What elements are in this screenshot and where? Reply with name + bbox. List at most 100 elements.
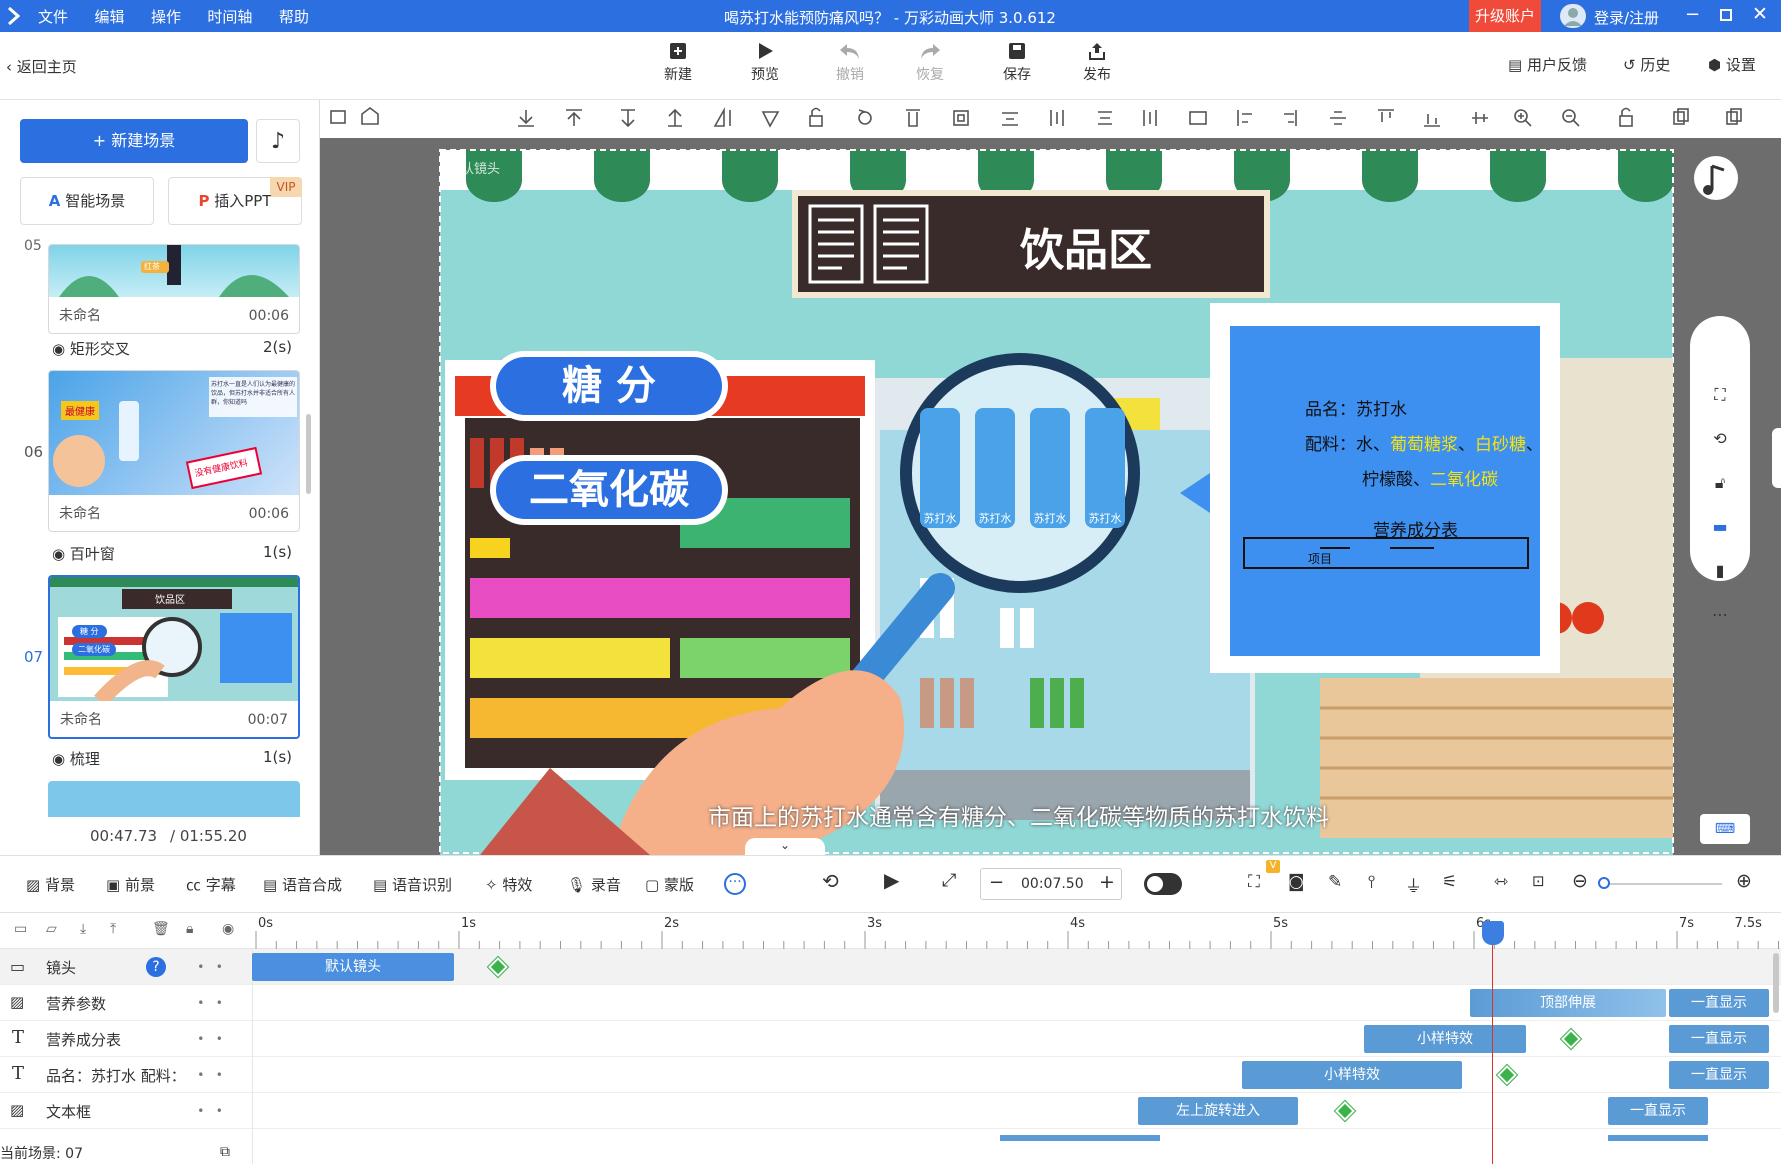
new-button[interactable]: 新建 <box>648 42 708 84</box>
info-text[interactable]: 品名：苏打水 配料：水、葡萄糖浆、白砂糖、 柠檬酸、二氧化碳 <box>1305 393 1575 498</box>
background-button[interactable]: ▨ 背景 <box>26 874 75 895</box>
background-icon: ▨ <box>26 876 41 894</box>
login-link[interactable]: 登录/注册 <box>1594 7 1659 28</box>
speech-recognition-button[interactable]: ▤ 语音识别 <box>373 874 452 895</box>
add-folder-icon[interactable]: ▭ <box>14 921 27 937</box>
help-icon[interactable]: ? <box>146 957 166 977</box>
rotate-icon[interactable]: ⟲ <box>1697 417 1743 461</box>
lock-icon[interactable]: 🔓︎ <box>1697 461 1743 505</box>
upgrade-button[interactable]: 升级账户 <box>1469 0 1541 32</box>
stage-canvas[interactable]: 默认镜头 饮品区 糖 分 二氧化碳 苏打水 苏打水 苏打水 苏打水 品名：苏打水… <box>320 138 1781 855</box>
zoom-in-icon[interactable]: ⊕ <box>1736 870 1752 892</box>
plus-icon[interactable]: + <box>1099 871 1115 893</box>
scene-list-scrollbar[interactable] <box>306 414 311 494</box>
menu-help[interactable]: 帮助 <box>279 6 309 27</box>
minus-icon[interactable]: − <box>989 872 1004 893</box>
zoom-slider-handle[interactable] <box>1598 877 1610 889</box>
menu-edit[interactable]: 编辑 <box>94 6 124 27</box>
transition-item[interactable]: ◉ 矩形交叉 2(s) <box>52 338 292 359</box>
fullscreen-icon[interactable]: ⤢ <box>942 870 956 891</box>
scene-card-08[interactable] <box>48 781 300 817</box>
scene-card-06[interactable]: 最健康 没有健康饮料 苏打水一直是人们认为最健康的饮品，但苏打水并非适合所有人群… <box>48 370 300 532</box>
play-button-icon[interactable]: ▶ <box>884 868 899 892</box>
camera-shot-icon[interactable]: ◙ <box>1288 872 1305 892</box>
zoom-slider[interactable] <box>1598 877 1722 889</box>
avatar-icon[interactable] <box>1560 4 1586 28</box>
back-home-button[interactable]: ‹ 返回主页 <box>6 56 77 77</box>
publish-button[interactable]: 发布 <box>1067 42 1127 84</box>
copy-icon[interactable]: ⧉ <box>220 1144 230 1160</box>
move-down-icon[interactable]: ⤓ <box>80 921 86 937</box>
replay-icon[interactable]: ⟲ <box>822 869 839 893</box>
playhead-handle[interactable] <box>1482 921 1504 945</box>
preview-button[interactable]: 预览 <box>735 42 795 84</box>
timeline-scrollbar[interactable] <box>1773 953 1779 1013</box>
zoom-out-icon[interactable]: ⊖ <box>1572 870 1588 892</box>
device-icon[interactable]: ▮ <box>1697 549 1743 593</box>
animation-clip[interactable]: 一直显示 <box>1669 1061 1769 1089</box>
animation-clip[interactable]: 小样特效 <box>1242 1061 1462 1089</box>
scene-thumb-tag: 红茶 <box>144 262 160 271</box>
nutrition-title[interactable]: 营养成分表 <box>1373 516 1458 541</box>
record-button[interactable]: 🎙︎ 录音 <box>567 874 621 895</box>
screen-icon[interactable]: ▬ <box>1697 505 1743 549</box>
save-button[interactable]: 保存 <box>987 42 1047 84</box>
close-icon[interactable]: ✕ <box>1752 3 1768 25</box>
edit-icon[interactable]: ✎ <box>1328 872 1342 892</box>
music-note-icon[interactable]: ♪ <box>256 119 300 163</box>
sliders-icon[interactable]: ⚟ <box>1442 872 1457 892</box>
delete-icon[interactable]: 🗑︎ <box>152 921 170 937</box>
new-folder-icon[interactable]: ▱ <box>46 921 57 937</box>
menu-operate[interactable]: 操作 <box>151 6 181 27</box>
animation-clip[interactable]: 左上旋转进入 <box>1138 1097 1298 1125</box>
history-button[interactable]: ↺ 历史 <box>1623 54 1670 75</box>
eye-icon[interactable]: ◉ <box>222 921 234 937</box>
effects-button[interactable]: ✧ 特效 <box>485 874 532 895</box>
animation-clip[interactable]: 一直显示 <box>1669 1025 1769 1053</box>
new-scene-button[interactable]: + 新建场景 <box>20 119 248 163</box>
move-up-icon[interactable]: ⤒ <box>110 921 116 937</box>
scene-card-07[interactable]: 饮品区 糖 分 二氧化碳 未命名 00:07 <box>48 575 300 739</box>
ratio-icon[interactable]: ⊡ <box>1532 872 1545 890</box>
split-icon[interactable]: ⫯ <box>1368 872 1375 892</box>
lock-track-icon[interactable]: 🔒︎ <box>186 921 193 937</box>
crop-icon[interactable]: ⛶ <box>1248 872 1260 892</box>
more-controls-icon[interactable]: ··· <box>724 873 746 895</box>
animation-clip[interactable]: 一直显示 <box>1608 1097 1708 1125</box>
camera-clip[interactable]: 默认镜头 <box>252 953 454 981</box>
scene-card-05[interactable]: 红茶 未命名 00:06 <box>48 244 300 334</box>
feedback-button[interactable]: ▤ 用户反馈 <box>1508 54 1587 75</box>
maximize-icon[interactable] <box>1720 9 1732 21</box>
time-ruler[interactable]: 0s1s2s3s4s5s6s7s7.5s <box>252 913 1781 949</box>
animation-clip[interactable]: 一直显示 <box>1669 989 1769 1017</box>
smart-scene-button[interactable]: A 智能场景 <box>20 177 154 225</box>
collapse-right-handle[interactable] <box>1772 428 1781 488</box>
settings-button[interactable]: ⬢ 设置 <box>1708 54 1756 75</box>
transition-item[interactable]: ◉ 梳理 1(s) <box>52 748 292 769</box>
redo-button[interactable]: 恢复 <box>900 42 960 84</box>
toggle-switch[interactable] <box>1144 873 1182 895</box>
fit-screen-icon[interactable]: ⛶ <box>1697 373 1743 417</box>
time-stepper[interactable]: − 00:07.50 + <box>980 868 1122 900</box>
keyboard-icon[interactable]: ⌨ <box>1700 814 1750 844</box>
transition-item[interactable]: ◉ 百叶窗 1(s) <box>52 543 292 564</box>
animation-clip[interactable]: 小样特效 <box>1364 1025 1526 1053</box>
co2-bubble[interactable]: 二氧化碳 <box>496 461 722 519</box>
mask-button[interactable]: ▢ 蒙版 <box>645 874 694 895</box>
subtitle-text[interactable]: 市面上的苏打水通常含有糖分、二氧化碳等物质的苏打水饮料 <box>708 798 1329 832</box>
animation-clip[interactable]: 顶部伸展 <box>1470 989 1666 1017</box>
fit-width-icon[interactable]: ⇿ <box>1494 872 1508 892</box>
caption-button[interactable]: ㏄ 字幕 <box>186 874 236 895</box>
more-icon[interactable]: ⋯ <box>1697 593 1743 637</box>
foreground-button[interactable]: ▣ 前景 <box>106 874 155 895</box>
track-textbox[interactable]: ▨ 文本框 <box>0 1093 1781 1129</box>
chevron-down-icon[interactable]: ⌄ <box>745 838 825 855</box>
filter-icon[interactable]: ⏚ <box>1405 872 1422 897</box>
undo-button[interactable]: 撤销 <box>820 42 880 84</box>
time-value[interactable]: 00:07.50 <box>1021 876 1084 892</box>
minimize-icon[interactable]: − <box>1685 4 1707 25</box>
menu-timeline[interactable]: 时间轴 <box>207 6 252 27</box>
menu-file[interactable]: 文件 <box>38 6 68 27</box>
sugar-bubble[interactable]: 糖 分 <box>496 357 722 415</box>
tts-button[interactable]: ▤ 语音合成 <box>263 874 342 895</box>
